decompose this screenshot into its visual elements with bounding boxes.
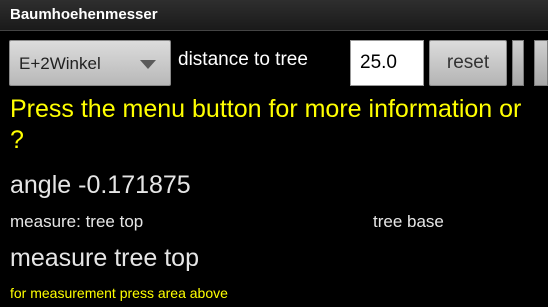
chevron-down-icon	[140, 60, 156, 69]
distance-input[interactable]	[350, 40, 424, 86]
reset-button[interactable]: reset	[429, 40, 507, 86]
measure-top-label[interactable]: measure: tree top	[10, 212, 143, 232]
tree-base-label[interactable]: tree base	[373, 212, 444, 232]
info-text: Press the menu button for more informati…	[10, 95, 522, 154]
mode-spinner[interactable]: E+2Winkel	[9, 40, 171, 86]
overflow-button[interactable]	[512, 40, 524, 86]
toolbar: E+2Winkel distance to tree reset	[0, 30, 548, 88]
angle-readout: angle -0.171875	[10, 171, 191, 199]
title-bar: Baumhoehenmesser	[0, 0, 548, 31]
distance-label: distance to tree	[178, 49, 308, 70]
overflow-button-2[interactable]	[534, 40, 548, 86]
measure-status[interactable]: measure tree top	[10, 244, 199, 273]
app-title: Baumhoehenmesser	[10, 6, 158, 23]
measurement-hint: for measurement press area above	[10, 285, 228, 301]
mode-spinner-value: E+2Winkel	[19, 54, 101, 73]
